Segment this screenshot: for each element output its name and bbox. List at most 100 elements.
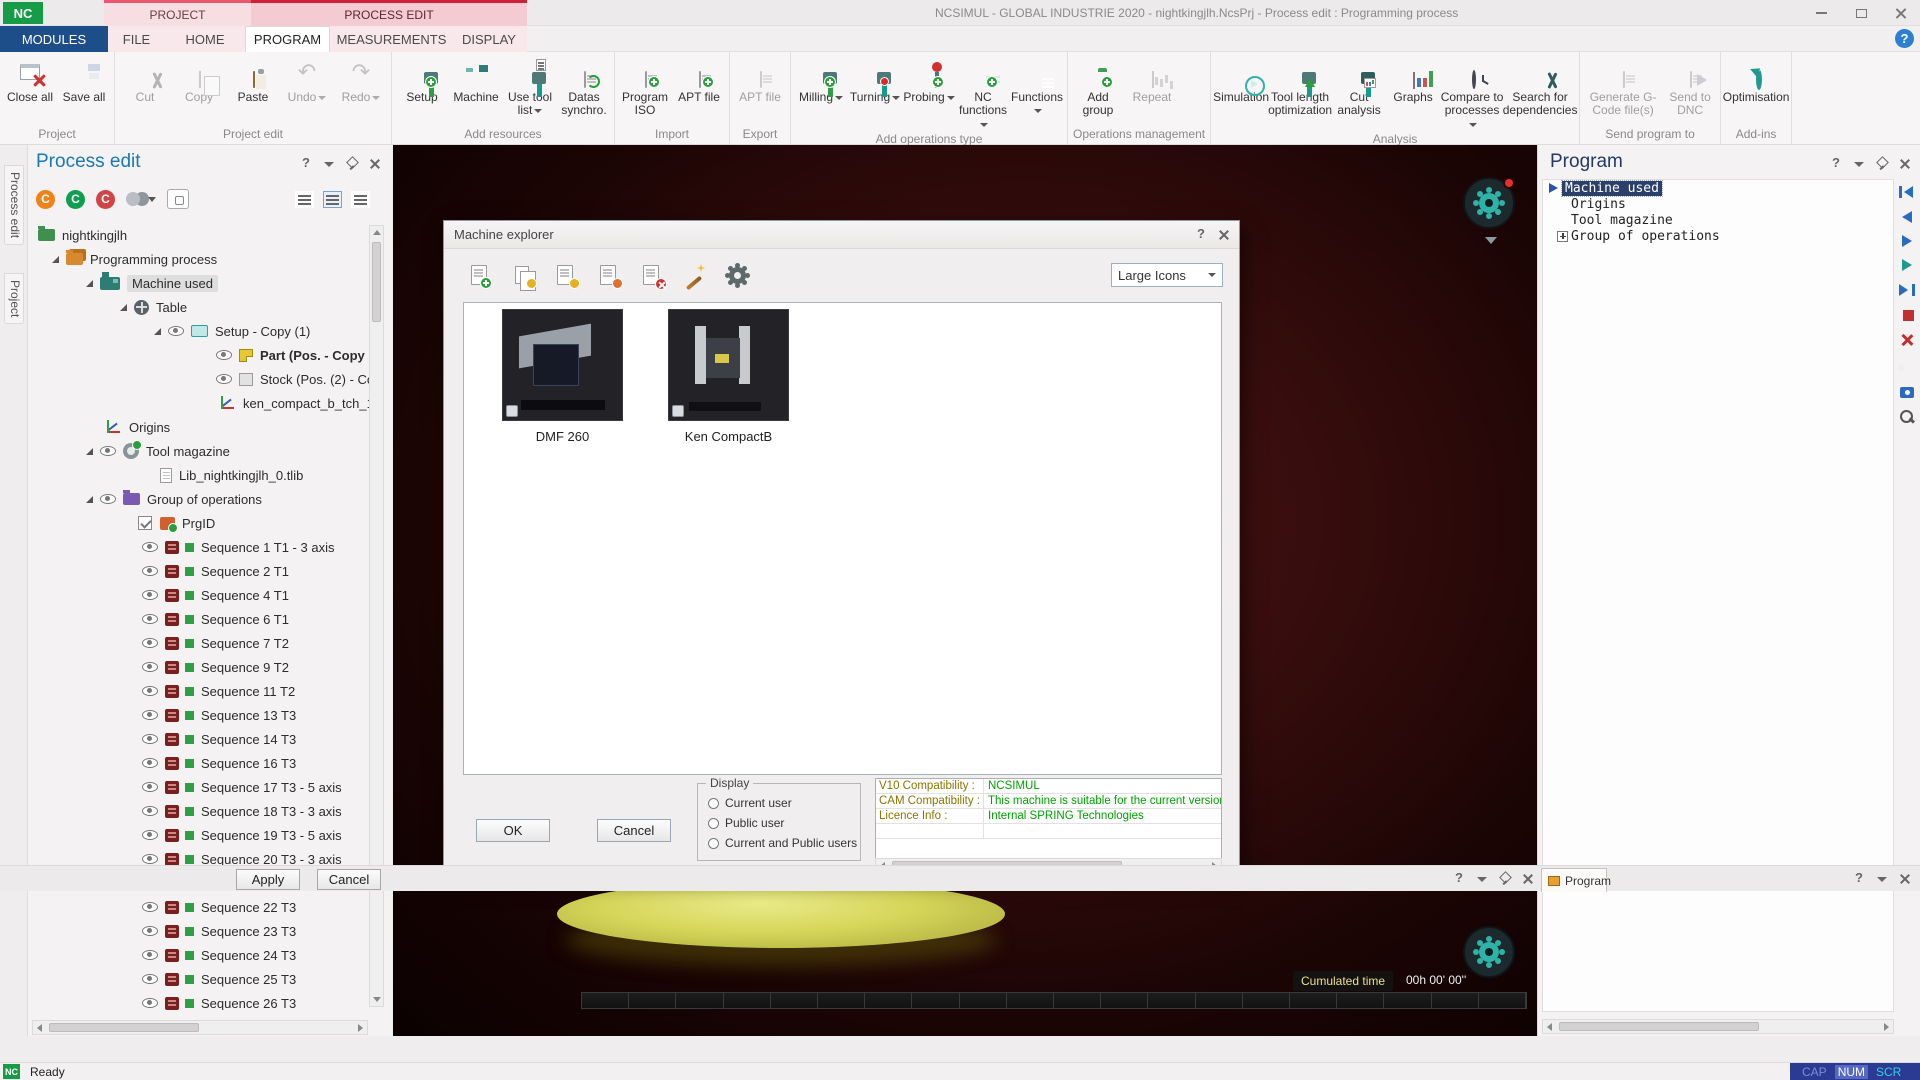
visibility-eye-icon[interactable] <box>142 998 158 1008</box>
close-all-button[interactable]: Close all <box>3 53 57 119</box>
prgid-checkbox[interactable] <box>138 516 152 530</box>
cut-button[interactable]: Cut <box>118 53 172 119</box>
visibility-eye-icon[interactable] <box>142 734 158 744</box>
apt-file-import-button[interactable]: APT file <box>672 53 726 119</box>
visibility-eye-icon[interactable] <box>142 902 158 912</box>
setup-button[interactable]: Setup <box>395 53 449 119</box>
new-machine-button[interactable] <box>464 261 494 289</box>
milling-button[interactable]: Milling <box>794 53 848 119</box>
dialog-cancel-button[interactable]: Cancel <box>597 819 671 842</box>
timeline-cell[interactable] <box>676 993 723 1008</box>
timeline-cell[interactable] <box>818 993 865 1008</box>
sequence-label[interactable]: Sequence 2 T1 <box>201 564 289 579</box>
sequence-label[interactable]: Sequence 17 T3 - 5 axis <box>201 780 342 795</box>
nc-functions-button[interactable]: NC functions <box>956 53 1010 131</box>
delete-machine-button[interactable] <box>636 261 666 289</box>
apply-button[interactable]: Apply <box>236 869 300 890</box>
turning-button[interactable]: Turning <box>848 53 902 119</box>
visibility-eye-icon[interactable] <box>142 662 158 672</box>
panel-menu-icon[interactable] <box>1852 157 1866 171</box>
sequence-label[interactable]: Sequence 11 T2 <box>201 684 295 699</box>
sequence-row[interactable]: Sequence 11 T2 <box>30 679 370 703</box>
save-all-button[interactable]: Save all <box>57 53 111 119</box>
tree-row[interactable]: Programming process <box>30 247 370 271</box>
sequence-row[interactable]: Sequence 6 T1 <box>30 607 370 631</box>
timeline-cell[interactable] <box>912 993 959 1008</box>
functions-button[interactable]: Functions <box>1010 53 1064 119</box>
sequence-label[interactable]: Sequence 14 T3 <box>201 732 296 747</box>
tree-item-label[interactable]: PrgID <box>182 516 215 531</box>
tree-item-label[interactable]: ken_compact_b_tch_19[ <box>243 396 370 411</box>
visibility-eye-icon[interactable] <box>168 326 184 336</box>
machine-item-ken-compactb[interactable]: Ken CompactB <box>668 309 789 444</box>
radio-public-user[interactable]: Public user <box>708 814 860 832</box>
sequence-row[interactable]: Sequence 19 T3 - 5 axis <box>30 823 370 847</box>
timeline-cell[interactable] <box>960 993 1007 1008</box>
rename-machine-button[interactable] <box>593 261 623 289</box>
go-first-icon[interactable] <box>1899 185 1915 199</box>
sequence-label[interactable]: Sequence 24 T3 <box>201 948 296 963</box>
panel-close-icon[interactable] <box>1521 872 1535 886</box>
go-last-icon[interactable] <box>1899 283 1915 297</box>
send-to-dnc-button[interactable]: Send to DNC <box>1663 53 1717 119</box>
visibility-eye-icon[interactable] <box>216 350 232 360</box>
datas-synchro-button[interactable]: Datas synchro. <box>557 53 611 119</box>
tree-item-label[interactable]: Lib_nightkingjlh_0.tlib <box>179 468 303 483</box>
tree-row[interactable]: Table <box>30 295 370 319</box>
sequence-row[interactable]: Sequence 17 T3 - 5 axis <box>30 775 370 799</box>
undo-button[interactable]: Undo <box>280 53 334 119</box>
tree-row[interactable]: Machine used <box>30 271 370 295</box>
minimize-button[interactable] <box>1804 2 1838 24</box>
tree-horizontal-scrollbar[interactable] <box>32 1020 368 1035</box>
timeline-cell[interactable] <box>1243 993 1290 1008</box>
close-button[interactable] <box>1884 2 1918 24</box>
machine-name[interactable]: Ken CompactB <box>668 429 789 444</box>
machine-list[interactable]: DMF 260 Ken CompactB <box>463 302 1222 775</box>
tree-row[interactable]: Part (Pos. - Copy <box>30 343 370 367</box>
display-toggle-icon[interactable] <box>167 189 189 209</box>
timeline-cell[interactable] <box>1384 993 1431 1008</box>
tree-item-label[interactable]: nightkingjlh <box>62 228 127 243</box>
program-item-label[interactable]: Machine used <box>1562 181 1662 196</box>
tree-expander[interactable] <box>120 304 127 311</box>
tree-item-label[interactable]: Programming process <box>90 252 217 267</box>
radio-current-and-public[interactable]: Current and Public users <box>708 834 860 852</box>
add-group-button[interactable]: Add group <box>1071 53 1125 119</box>
cycle-red-icon[interactable] <box>96 190 115 209</box>
program-panel-tab[interactable]: Program <box>1541 868 1607 892</box>
view-mode-select[interactable]: Large Icons <box>1111 263 1223 287</box>
edit-machine-button[interactable] <box>550 261 580 289</box>
timeline-cell[interactable] <box>1196 993 1243 1008</box>
sequence-row[interactable]: Sequence 23 T3 <box>30 919 370 943</box>
tab-program[interactable]: PROGRAM <box>245 26 330 52</box>
panel-pin-icon[interactable] <box>345 157 359 171</box>
tree-row[interactable]: ken_compact_b_tch_19[ <box>30 391 370 415</box>
tree-expander[interactable] <box>86 496 93 503</box>
sequence-label[interactable]: Sequence 4 T1 <box>201 588 289 603</box>
dialog-help-icon[interactable] <box>1194 228 1208 242</box>
go-next-icon[interactable] <box>1902 235 1912 247</box>
sequence-row[interactable]: Sequence 14 T3 <box>30 727 370 751</box>
timeline-cell[interactable] <box>1054 993 1101 1008</box>
timeline-cell[interactable] <box>724 993 771 1008</box>
panel-close-icon[interactable] <box>1898 157 1912 171</box>
visibility-eye-icon[interactable] <box>142 566 158 576</box>
sequence-label[interactable]: Sequence 25 T3 <box>201 972 296 987</box>
search-for-dependencies-button[interactable]: Search for dependencies <box>1504 53 1576 119</box>
visibility-eye-icon[interactable] <box>142 542 158 552</box>
tab-file[interactable]: FILE <box>108 26 165 52</box>
sequence-label[interactable]: Sequence 16 T3 <box>201 756 296 771</box>
tree-expander[interactable] <box>154 328 161 335</box>
sequence-row[interactable]: Sequence 7 T2 <box>30 631 370 655</box>
timeline-cell[interactable] <box>1432 993 1479 1008</box>
timeline-cell[interactable] <box>865 993 912 1008</box>
tree-item-label[interactable]: Tool magazine <box>146 444 230 459</box>
panel-pin-icon[interactable] <box>1875 157 1889 171</box>
program-tree-row[interactable]: Group of operations <box>1543 228 1893 244</box>
program-item-label[interactable]: Origins <box>1571 197 1626 212</box>
tree-row[interactable]: nightkingjlh <box>30 223 370 247</box>
sequence-label[interactable]: Sequence 1 T1 - 3 axis <box>201 540 334 555</box>
sequence-label[interactable]: Sequence 9 T2 <box>201 660 289 675</box>
panel-help-icon[interactable] <box>1829 157 1843 171</box>
sequence-row[interactable]: Sequence 16 T3 <box>30 751 370 775</box>
